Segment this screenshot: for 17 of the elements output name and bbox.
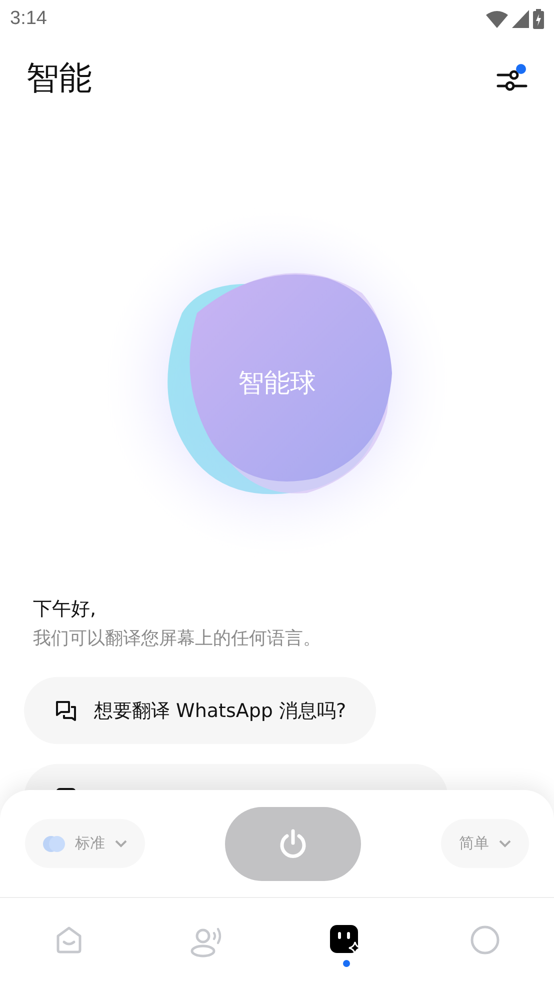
active-indicator <box>342 960 350 967</box>
greeting-subtitle: 我们可以翻译您屏幕上的任何语言。 <box>33 627 322 650</box>
chevron-icon <box>115 840 127 848</box>
orb-label: 智能球 <box>238 368 316 400</box>
chat-icon <box>54 698 78 722</box>
greeting-title: 下午好, <box>33 597 98 622</box>
chevron-icon <box>499 840 511 848</box>
translate-icon <box>43 834 65 852</box>
page-title: 智能 <box>26 56 92 98</box>
status-time: 3:14 <box>10 8 47 30</box>
signal-icon <box>512 10 529 28</box>
battery-icon <box>533 9 544 29</box>
circle-icon <box>468 924 501 956</box>
suggestion-chip[interactable]: 想要翻译 WhatsApp 消息吗? <box>24 677 376 744</box>
style-dropdown[interactable]: 简单 <box>441 819 529 868</box>
mode-dropdown[interactable]: 标准 <box>25 819 145 868</box>
wifi-icon <box>486 10 508 28</box>
